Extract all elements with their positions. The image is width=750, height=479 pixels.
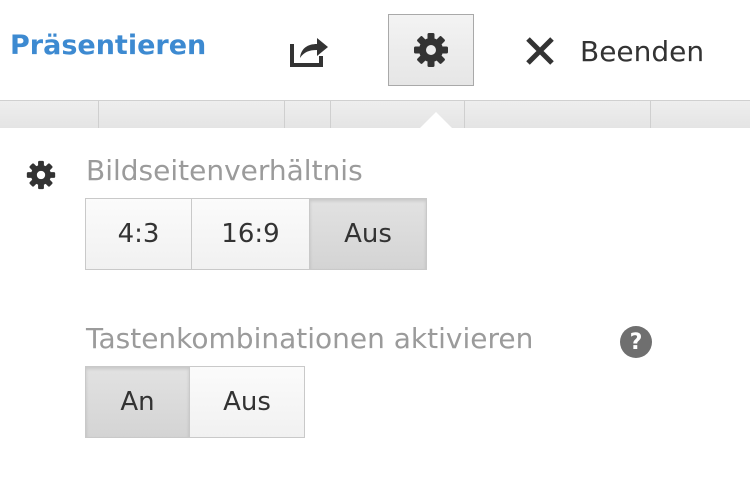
close-icon (526, 37, 554, 65)
presentation-toolbar: Präsentieren Beenden (0, 0, 750, 100)
close-label: Beenden (580, 34, 705, 68)
present-link[interactable]: Präsentieren (10, 30, 206, 61)
strip-divider (330, 101, 331, 129)
aspect-ratio-option-off[interactable]: Aus (310, 199, 426, 269)
strip-divider (464, 101, 465, 129)
close-button[interactable]: Beenden (524, 28, 704, 74)
share-icon (290, 38, 328, 67)
aspect-ratio-label: Bildseitenverhältnis (86, 154, 363, 187)
settings-popover-arrow (420, 112, 452, 128)
settings-button[interactable] (388, 14, 474, 86)
strip-divider (284, 101, 285, 129)
shortcuts-segmented-control: An Aus (85, 366, 305, 438)
shortcuts-option-on[interactable]: An (86, 367, 190, 437)
share-button[interactable] (282, 28, 336, 74)
help-icon[interactable]: ? (620, 326, 652, 358)
aspect-ratio-segmented-control: 4:3 16:9 Aus (85, 198, 427, 270)
shortcuts-option-off[interactable]: Aus (190, 367, 304, 437)
strip-divider (98, 101, 99, 129)
toolbar-strip (0, 100, 750, 129)
gear-icon (26, 160, 56, 190)
strip-divider (650, 101, 651, 129)
gear-icon (414, 33, 448, 67)
shortcuts-label: Tastenkombinationen aktivieren (86, 322, 534, 355)
aspect-ratio-option-4-3[interactable]: 4:3 (86, 199, 192, 269)
aspect-ratio-option-16-9[interactable]: 16:9 (192, 199, 310, 269)
